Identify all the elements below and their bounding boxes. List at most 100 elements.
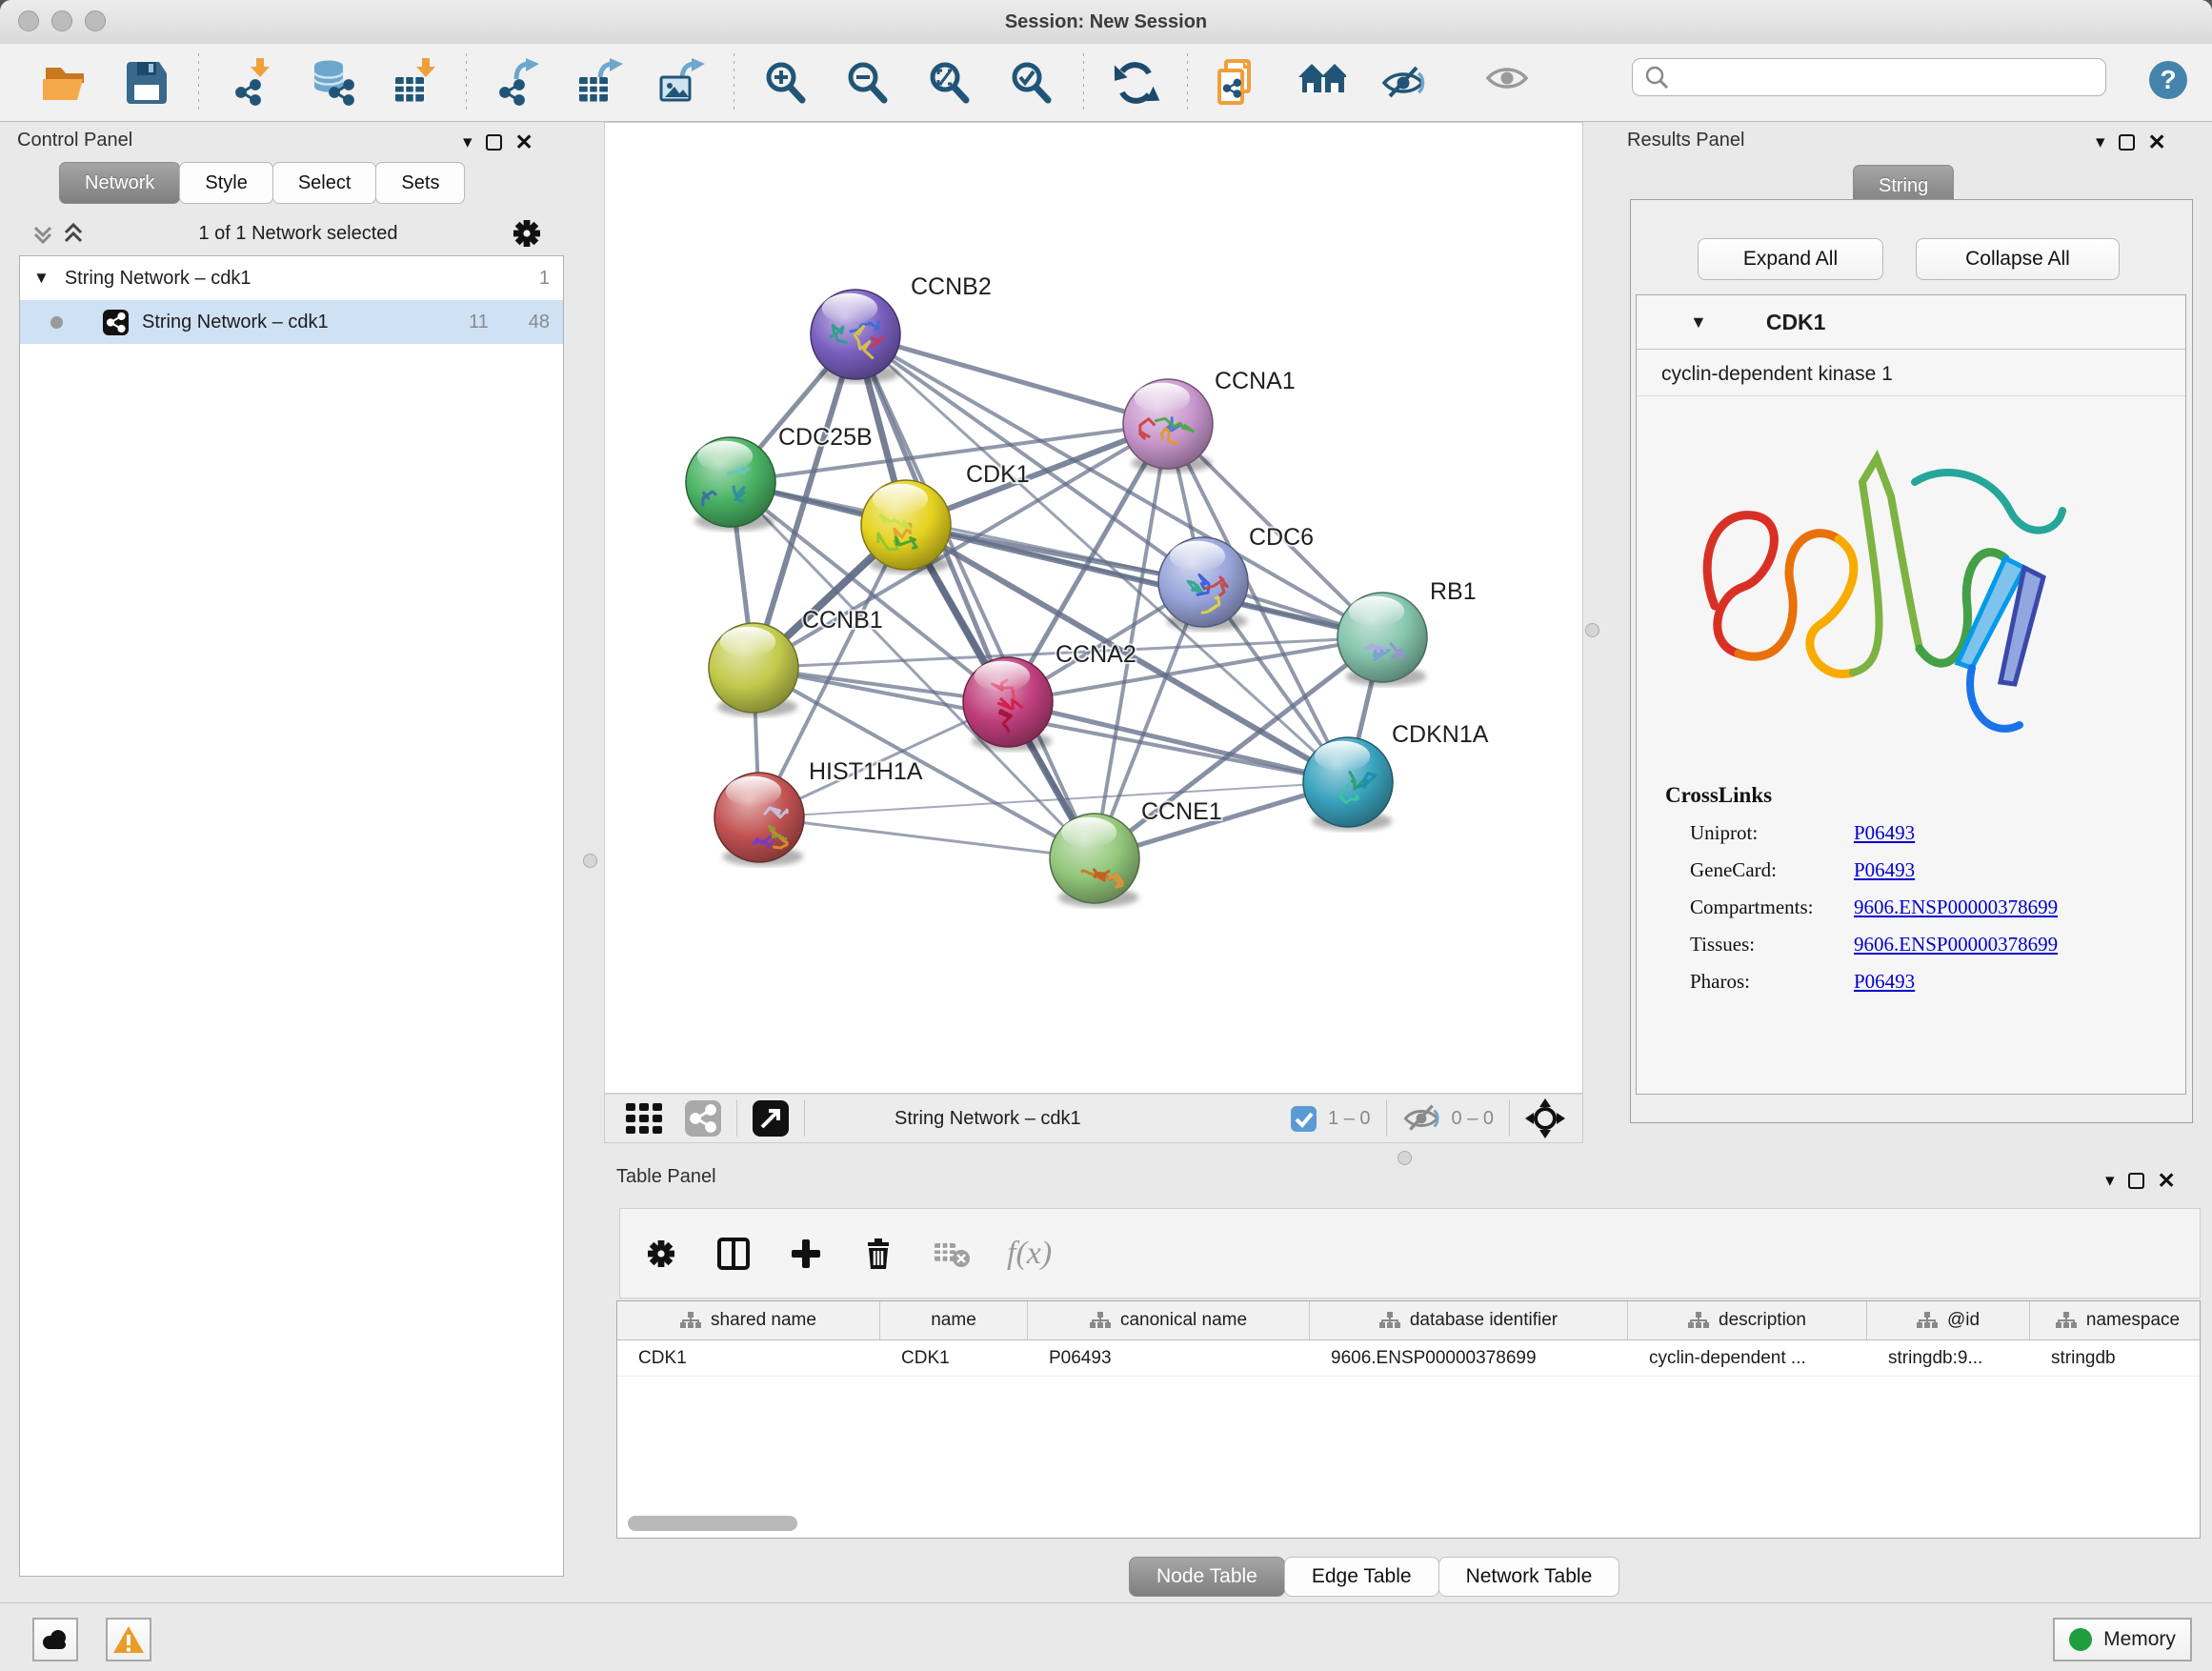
tab-style[interactable]: Style [179, 162, 272, 204]
table-cell[interactable]: CDK1 [617, 1340, 880, 1376]
tab-sets[interactable]: Sets [375, 162, 465, 204]
birds-eye-grid-icon[interactable] [626, 1101, 666, 1136]
results-panel-close-icon[interactable]: ✕ [2148, 134, 2166, 151]
close-window-light[interactable] [18, 10, 39, 31]
column-header-database-identifier[interactable]: database identifier [1310, 1301, 1628, 1339]
selected-checkbox-icon[interactable] [1291, 1106, 1317, 1132]
memory-button[interactable]: Memory [2053, 1618, 2192, 1661]
zoom-window-light[interactable] [85, 10, 106, 31]
node-HIST1H1A[interactable]: HIST1H1A [714, 758, 923, 866]
search-box[interactable] [1632, 58, 2106, 96]
help-button[interactable]: ? [2148, 60, 2188, 100]
crosslink-link[interactable]: 9606.ENSP00000378699 [1854, 933, 2058, 956]
show-columns-icon[interactable] [715, 1236, 752, 1272]
node-CDKN1A[interactable]: CDKN1A [1303, 721, 1489, 831]
warning-button[interactable] [106, 1618, 151, 1661]
table-panel-float-icon[interactable]: ▾ [2105, 1170, 2115, 1192]
function-builder-icon[interactable]: f(x) [1007, 1236, 1052, 1272]
network-row[interactable]: String Network – cdk1 11 48 [20, 300, 563, 344]
pan-crosshair-icon[interactable] [1525, 1098, 1565, 1138]
table-settings-icon[interactable] [643, 1236, 679, 1272]
table-cell[interactable]: stringdb [2030, 1340, 2201, 1376]
zoom-out-icon[interactable] [843, 56, 893, 110]
search-input[interactable] [1669, 66, 2073, 89]
control-panel-maximize-icon[interactable] [486, 134, 502, 151]
collapse-all-button[interactable]: Collapse All [1916, 238, 2120, 280]
crosslink-link[interactable]: 9606.ENSP00000378699 [1854, 896, 2058, 919]
network-options-gear-icon[interactable] [511, 217, 543, 250]
detach-view-icon[interactable] [753, 1100, 789, 1137]
search-icon [1644, 65, 1669, 90]
refresh-view-icon[interactable] [1111, 56, 1160, 110]
collection-expand-icon[interactable]: ▼ [33, 269, 50, 288]
clone-network-icon[interactable] [1215, 56, 1264, 110]
import-network-from-file-icon[interactable] [226, 56, 275, 110]
collapse-all-tree-icon[interactable] [61, 222, 86, 245]
crosslink-label: Pharos: [1690, 970, 1854, 994]
zoom-selected-icon[interactable] [1007, 56, 1056, 110]
node-label-CDKN1A: CDKN1A [1392, 721, 1489, 748]
zoom-fit-content-icon[interactable] [925, 56, 975, 110]
column-header-canonical-name[interactable]: canonical name [1028, 1301, 1310, 1339]
column-header-shared-name[interactable]: shared name [617, 1301, 880, 1339]
column-header-namespace[interactable]: namespace [2030, 1301, 2201, 1339]
gene-expand-icon[interactable]: ▼ [1690, 312, 1707, 332]
edge-CCNB2-CCNA1[interactable] [855, 334, 1168, 424]
crosslink-link[interactable]: P06493 [1854, 970, 1915, 994]
expand-all-button[interactable]: Expand All [1698, 238, 1883, 280]
hidden-eye-slash-icon[interactable] [1402, 1102, 1440, 1135]
table-horizontal-scrollbar[interactable] [628, 1516, 797, 1531]
tab-network[interactable]: Network [59, 162, 180, 204]
table-cell[interactable]: CDK1 [880, 1340, 1028, 1376]
table-cell[interactable]: P06493 [1028, 1340, 1310, 1376]
column-header-description[interactable]: description [1628, 1301, 1867, 1339]
table-cell[interactable]: stringdb:9... [1867, 1340, 2030, 1376]
title-bar[interactable]: Session: New Session [0, 0, 2212, 45]
cloud-button[interactable] [32, 1618, 78, 1661]
network-collection-row[interactable]: ▼ String Network – cdk1 1 [20, 256, 563, 300]
hide-panel-eye-icon[interactable] [1378, 56, 1428, 110]
expand-all-tree-icon[interactable] [30, 222, 55, 245]
tab-network-table[interactable]: Network Table [1438, 1557, 1620, 1597]
tab-node-table[interactable]: Node Table [1129, 1557, 1285, 1597]
show-graphics-details-eye-icon[interactable] [1484, 59, 1530, 97]
open-session-icon[interactable] [40, 56, 90, 110]
column-header--id[interactable]: @id [1867, 1301, 2030, 1339]
table-panel-maximize-icon[interactable] [2128, 1173, 2144, 1189]
collection-label: String Network – cdk1 [65, 268, 539, 290]
table-panel-close-icon[interactable]: ✕ [2158, 1173, 2176, 1189]
network-share-badge-icon[interactable] [685, 1100, 721, 1137]
save-session-icon[interactable] [122, 56, 171, 110]
control-panel-close-icon[interactable]: ✕ [515, 134, 533, 151]
tab-select[interactable]: Select [272, 162, 377, 204]
export-table-icon[interactable] [575, 56, 625, 110]
right-splitter-handle[interactable] [1585, 623, 1599, 637]
import-table-from-file-icon[interactable] [390, 56, 439, 110]
crosslink-link[interactable]: P06493 [1854, 858, 1915, 882]
create-column-icon[interactable] [788, 1236, 824, 1272]
delete-table-icon[interactable] [933, 1238, 971, 1270]
minimize-window-light[interactable] [51, 10, 72, 31]
table-cell[interactable]: 9606.ENSP00000378699 [1310, 1340, 1628, 1376]
network-canvas[interactable]: CCNB2CCNA1CDC25BCDK1CDC6RB1CCNB1CCNA2CDK… [604, 122, 1583, 1094]
export-image-icon[interactable] [657, 56, 707, 110]
left-splitter-handle[interactable] [583, 854, 597, 868]
crosslink-link[interactable]: P06493 [1854, 821, 1915, 845]
houses-icon[interactable] [1297, 56, 1346, 110]
export-network-icon[interactable] [493, 56, 543, 110]
gene-card-header[interactable]: ▼ CDK1 [1637, 295, 2185, 350]
results-panel-float-icon[interactable]: ▾ [2096, 131, 2105, 153]
edge-CCNB2-RB1[interactable] [855, 334, 1382, 637]
table-cell[interactable]: cyclin-dependent ... [1628, 1340, 1867, 1376]
column-header-name[interactable]: name [880, 1301, 1028, 1339]
control-panel-float-icon[interactable]: ▾ [463, 131, 473, 153]
node-RB1[interactable]: RB1 [1337, 578, 1477, 686]
node-CCNA1[interactable]: CCNA1 [1123, 368, 1296, 473]
table-row[interactable]: CDK1CDK1P064939606.ENSP00000378699cyclin… [617, 1340, 2200, 1377]
delete-column-icon[interactable] [860, 1236, 896, 1272]
results-panel-maximize-icon[interactable] [2119, 134, 2135, 151]
import-network-from-database-icon[interactable] [308, 56, 357, 110]
tab-edge-table[interactable]: Edge Table [1284, 1557, 1439, 1597]
zoom-in-icon[interactable] [761, 56, 811, 110]
edge-HIST1H1A-CCNE1[interactable] [759, 817, 1095, 858]
